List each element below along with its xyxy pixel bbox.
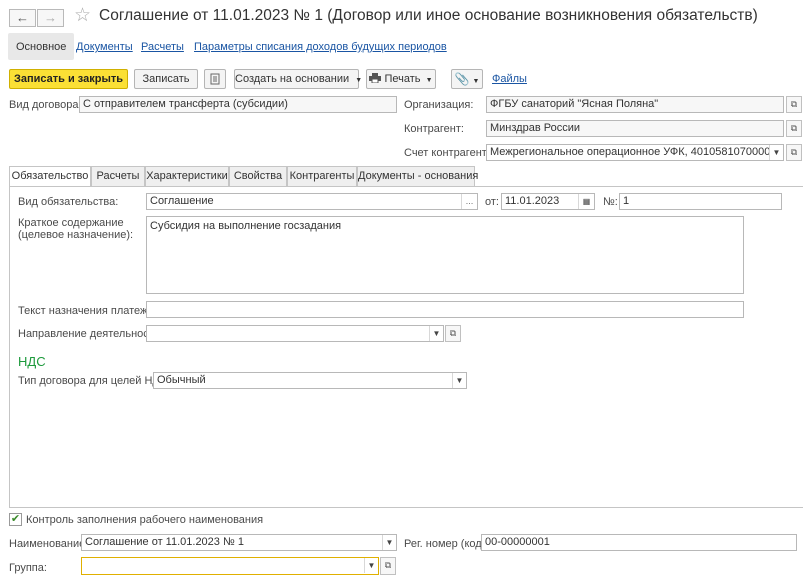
name-value: Соглашение от 11.01.2023 № 1: [85, 536, 244, 548]
counterparty-account-value: Межрегиональное операционное УФК, 401058…: [490, 146, 784, 158]
name-label: Наименование:: [9, 538, 89, 550]
date-label: от:: [485, 196, 499, 208]
create-based-button[interactable]: Создать на основании ▼: [234, 69, 363, 89]
tab-basis-documents[interactable]: Документы - основания: [357, 166, 478, 186]
tab-characteristics[interactable]: Характеристики: [145, 166, 229, 186]
vat-contract-type-value: Обычный: [157, 374, 206, 386]
chevron-down-icon[interactable]: ▼: [769, 145, 783, 160]
contract-type-label: Вид договора:: [9, 99, 82, 111]
summary-label-line2: (целевое назначение):: [18, 229, 134, 241]
open-icon: ⧉: [790, 123, 798, 133]
navtab-settlements[interactable]: Расчеты: [141, 41, 184, 53]
list-icon: [210, 73, 220, 85]
organization-label: Организация:: [404, 99, 474, 111]
create-based-label: Создать на основании: [235, 73, 350, 85]
arrow-left-icon: ←: [16, 10, 29, 25]
page-title: Соглашение от 11.01.2023 № 1 (Договор ил…: [99, 7, 758, 24]
counterparty-label: Контрагент:: [404, 123, 464, 135]
payment-purpose-label: Текст назначения платежа:: [18, 305, 157, 317]
chevron-down-icon[interactable]: ▼: [429, 326, 443, 341]
vat-contract-type-field[interactable]: Обычный ▼: [153, 372, 467, 389]
group-field[interactable]: ▼: [81, 557, 379, 575]
date-value: 11.01.2023: [505, 195, 560, 207]
control-checkbox[interactable]: ✔: [9, 513, 22, 526]
vat-section-title: НДС: [18, 354, 46, 369]
control-label: Контроль заполнения рабочего наименовани…: [26, 514, 264, 526]
contract-type-field[interactable]: С отправителем трансферта (субсидии): [79, 96, 397, 113]
open-icon: ⧉: [790, 99, 798, 109]
chevron-down-icon[interactable]: ▼: [382, 535, 396, 550]
chevron-down-icon: ▼: [355, 77, 363, 84]
chevron-down-icon[interactable]: ▼: [452, 373, 466, 388]
ellipsis-icon[interactable]: …: [461, 194, 477, 209]
check-icon: ✔: [10, 513, 21, 525]
counterparty-field[interactable]: Минздрав России: [486, 120, 784, 137]
printer-icon: [369, 73, 382, 84]
navtab-documents[interactable]: Документы: [76, 41, 133, 53]
summary-textarea[interactable]: Субсидия на выполнение госзадания: [146, 216, 744, 294]
print-button[interactable]: Печать ▼: [366, 69, 436, 89]
tab-settlements[interactable]: Расчеты: [91, 166, 145, 186]
counterparty-account-field[interactable]: Межрегиональное операционное УФК, 401058…: [486, 144, 784, 161]
group-label: Группа:: [9, 562, 47, 574]
reg-number-label: Рег. номер (код):: [404, 538, 489, 550]
tab-properties[interactable]: Свойства: [229, 166, 287, 186]
date-field[interactable]: 11.01.2023 ▦: [501, 193, 595, 210]
counterparty-account-open-button[interactable]: ⧉: [786, 144, 802, 161]
name-field[interactable]: Соглашение от 11.01.2023 № 1 ▼: [81, 534, 397, 551]
list-button[interactable]: [204, 69, 226, 89]
navtab-main[interactable]: Основное: [8, 33, 75, 60]
group-open-button[interactable]: ⧉: [380, 557, 396, 575]
reg-number-field[interactable]: 00-00000001: [481, 534, 797, 551]
navtab-deferred-income[interactable]: Параметры списания доходов будущих перио…: [194, 41, 447, 53]
back-button[interactable]: ←: [9, 9, 36, 27]
summary-label-line1: Краткое содержание: [18, 217, 124, 229]
files-link[interactable]: Файлы: [492, 73, 527, 85]
chevron-down-icon: ▼: [425, 77, 433, 84]
organization-open-button[interactable]: ⧉: [786, 96, 802, 113]
arrow-right-icon: →: [44, 10, 57, 25]
tab-obligation[interactable]: Обязательство: [9, 166, 91, 187]
payment-purpose-input[interactable]: [146, 301, 744, 318]
print-label: Печать: [384, 73, 421, 85]
activity-field[interactable]: ▼: [146, 325, 444, 342]
attach-button[interactable]: 📎 ▼: [451, 69, 483, 89]
calendar-icon[interactable]: ▦: [578, 194, 594, 209]
activity-label: Направление деятельности:: [18, 328, 164, 340]
open-icon: ⧉: [790, 147, 798, 157]
organization-field[interactable]: ФГБУ санаторий "Ясная Поляна": [486, 96, 784, 113]
number-field[interactable]: 1: [619, 193, 782, 210]
counterparty-account-label: Счет контрагента:: [404, 147, 496, 159]
save-close-button[interactable]: Записать и закрыть: [9, 69, 128, 89]
chevron-down-icon[interactable]: ▼: [364, 558, 378, 573]
star-icon[interactable]: ☆: [74, 6, 91, 26]
number-label: №:: [603, 196, 618, 208]
counterparty-open-button[interactable]: ⧉: [786, 120, 802, 137]
obligation-kind-field[interactable]: Соглашение …: [146, 193, 478, 210]
open-icon: ⧉: [384, 560, 392, 570]
tab-counterparties[interactable]: Контрагенты: [287, 166, 357, 186]
vat-contract-type-label: Тип договора для целей НДС:: [18, 375, 171, 387]
forward-button[interactable]: →: [37, 9, 64, 27]
paperclip-icon: 📎: [454, 72, 470, 86]
chevron-down-icon: ▼: [472, 78, 480, 85]
save-button[interactable]: Записать: [134, 69, 198, 89]
open-icon: ⧉: [449, 328, 457, 338]
activity-open-button[interactable]: ⧉: [445, 325, 461, 342]
obligation-kind-value: Соглашение: [150, 195, 214, 207]
obligation-kind-label: Вид обязательства:: [18, 196, 119, 208]
